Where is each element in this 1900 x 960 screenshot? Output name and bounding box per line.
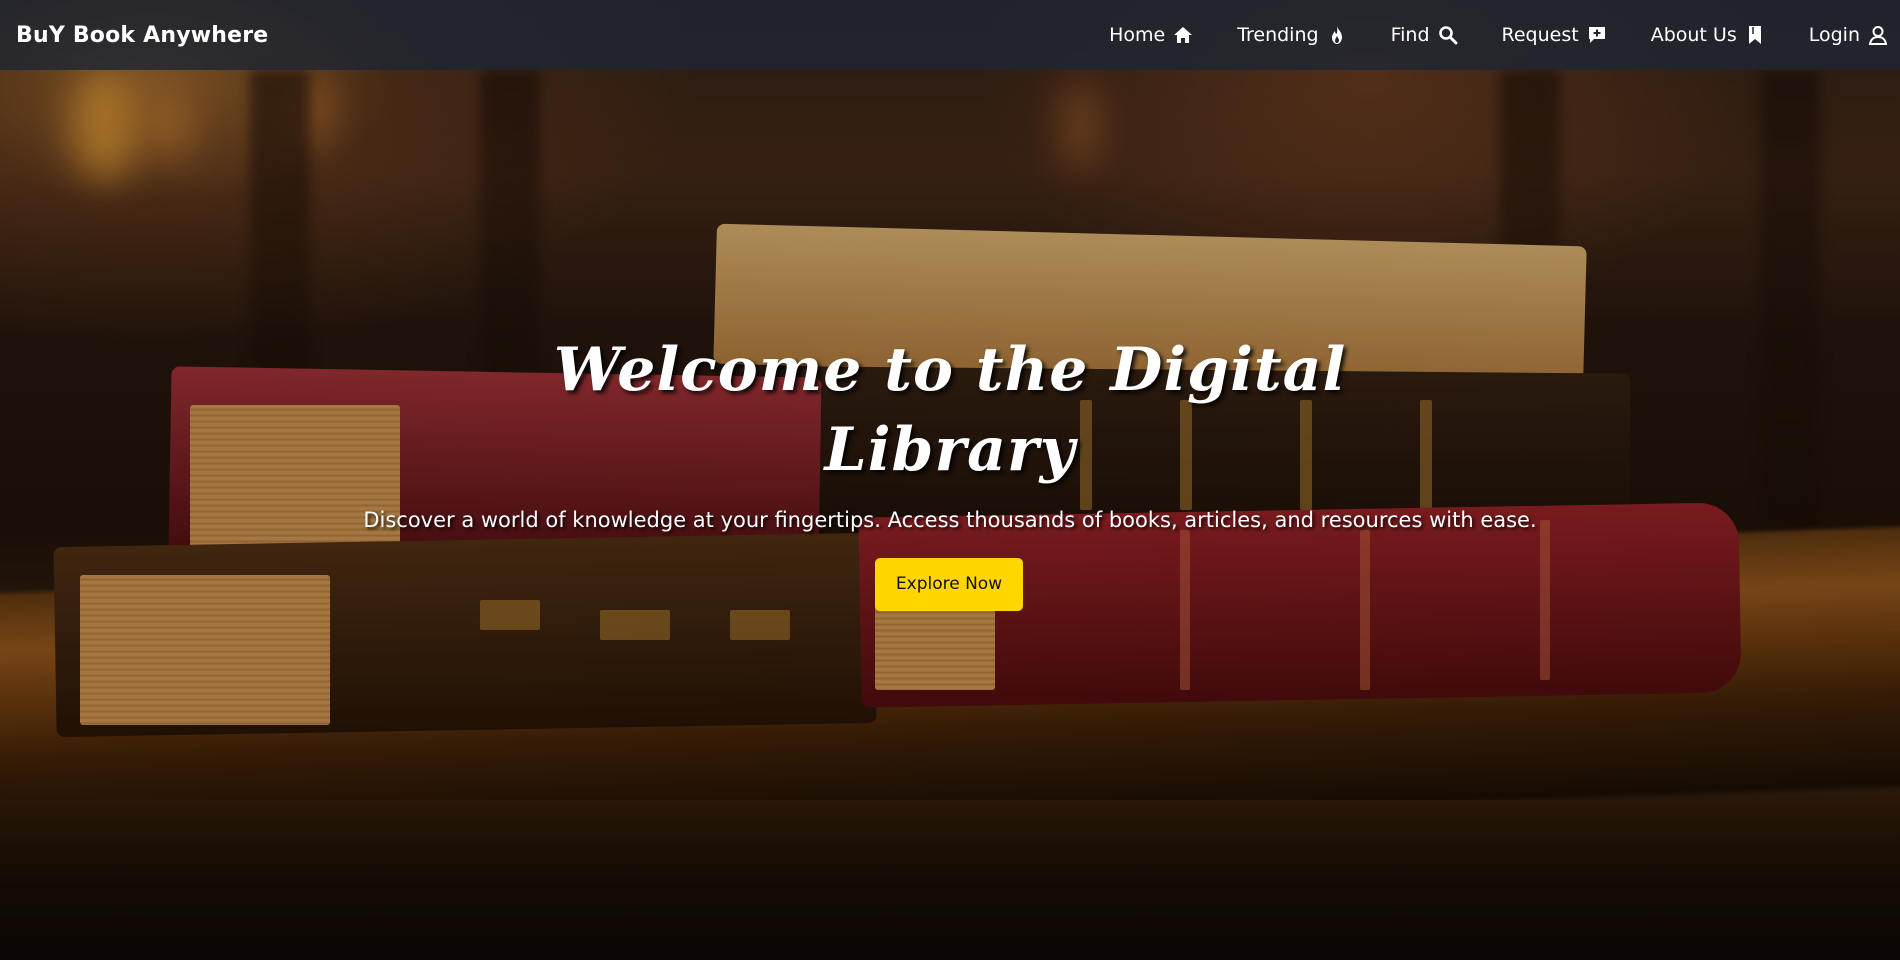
hero-subtitle: Discover a world of knowledge at your fi… (363, 508, 1537, 532)
user-icon (1868, 25, 1888, 45)
nav-item-label: Request (1501, 24, 1579, 46)
nav-item-label: Find (1390, 24, 1430, 46)
nav-item-label: About Us (1650, 24, 1737, 46)
nav-item-find[interactable]: Find (1391, 24, 1458, 46)
explore-now-button[interactable]: Explore Now (874, 558, 1024, 611)
nav-links: Home Trending Find Request About Us Logi… (1065, 24, 1888, 46)
add-message-icon (1587, 25, 1607, 45)
nav-item-trending[interactable]: Trending (1237, 24, 1346, 46)
brand-logo[interactable]: BuY Book Anywhere (16, 23, 268, 48)
nav-item-request[interactable]: Request (1502, 24, 1607, 46)
fire-icon (1327, 25, 1347, 45)
home-icon (1173, 25, 1193, 45)
hero-section: Welcome to the Digital Library Discover … (0, 330, 1900, 611)
hero-title: Welcome to the Digital Library (553, 335, 1347, 485)
page: BuY Book Anywhere Home Trending Find Req… (0, 0, 1900, 960)
bookmark-icon (1745, 25, 1765, 45)
nav-item-label: Login (1808, 24, 1860, 46)
nav-item-label: Home (1109, 24, 1166, 46)
nav-item-label: Trending (1237, 24, 1319, 46)
nav-item-about-us[interactable]: About Us (1651, 24, 1765, 46)
navbar: BuY Book Anywhere Home Trending Find Req… (0, 0, 1900, 70)
search-icon (1438, 25, 1458, 45)
nav-item-home[interactable]: Home (1109, 24, 1193, 46)
nav-item-login[interactable]: Login (1809, 24, 1888, 46)
